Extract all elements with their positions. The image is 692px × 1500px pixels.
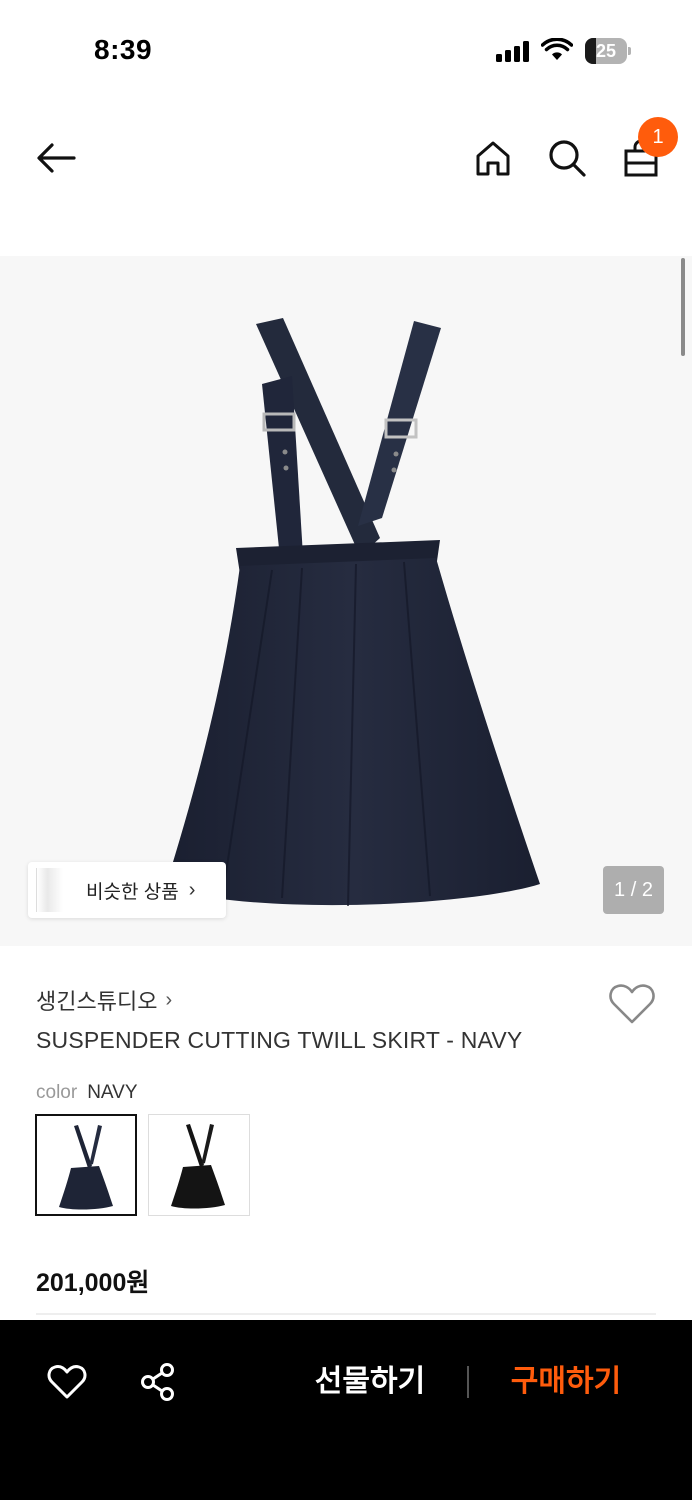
chevron-right-icon: ›	[165, 988, 173, 1011]
home-icon	[476, 141, 510, 176]
scrollbar[interactable]	[681, 258, 685, 356]
selected-color: NAVY	[87, 1082, 138, 1103]
search-button[interactable]	[541, 132, 593, 184]
color-swatch-navy[interactable]	[35, 1114, 137, 1216]
image-page-counter: 1 / 2	[603, 866, 664, 914]
gift-button[interactable]: 선물하기	[300, 1360, 440, 1404]
similar-products-button[interactable]: 비슷한 상품 ›	[28, 862, 226, 918]
product-image-gallery[interactable]	[0, 256, 692, 946]
bottom-action-bar: 선물하기 구매하기	[0, 1320, 692, 1500]
brand-link[interactable]: 생긴스튜디오 ›	[36, 984, 172, 1016]
button-divider	[467, 1366, 469, 1398]
product-price: 201,000원	[36, 1269, 150, 1297]
brand-name: 생긴스튜디오	[36, 989, 158, 1014]
heart-outline-icon	[47, 1365, 87, 1399]
wishlist-button[interactable]	[608, 982, 656, 1026]
battery-icon: 25	[585, 38, 631, 64]
home-button[interactable]	[467, 132, 519, 184]
product-title: SUSPENDER CUTTING TWILL SKIRT - NAVY	[36, 1027, 523, 1053]
similar-products-label: 비슷한 상품	[86, 881, 179, 903]
wifi-icon	[541, 38, 573, 60]
share-icon	[141, 1363, 174, 1401]
color-swatch-black[interactable]	[148, 1114, 250, 1216]
like-button[interactable]	[45, 1360, 89, 1404]
share-button[interactable]	[136, 1360, 180, 1404]
battery-level: 25	[595, 41, 617, 61]
buy-button[interactable]: 구매하기	[496, 1360, 636, 1404]
section-divider	[36, 1313, 656, 1315]
back-button[interactable]	[30, 132, 82, 184]
arrow-left-icon	[37, 143, 76, 173]
navy-skirt-thumbnail	[59, 1125, 113, 1210]
color-label: color	[36, 1082, 78, 1103]
color-option-row: color NAVY	[36, 1082, 138, 1104]
chevron-right-icon: ›	[188, 878, 196, 901]
status-time: 8:39	[94, 34, 153, 65]
similar-product-thumbnail	[28, 862, 64, 918]
product-photo	[165, 318, 540, 907]
heart-outline-icon	[609, 984, 655, 1024]
cart-count-badge: 1	[638, 117, 678, 157]
top-nav	[0, 110, 692, 206]
cellular-signal-icon	[496, 40, 532, 62]
status-bar: 8:39 25	[0, 0, 692, 100]
search-icon	[549, 140, 586, 177]
black-skirt-thumbnail	[171, 1124, 225, 1209]
